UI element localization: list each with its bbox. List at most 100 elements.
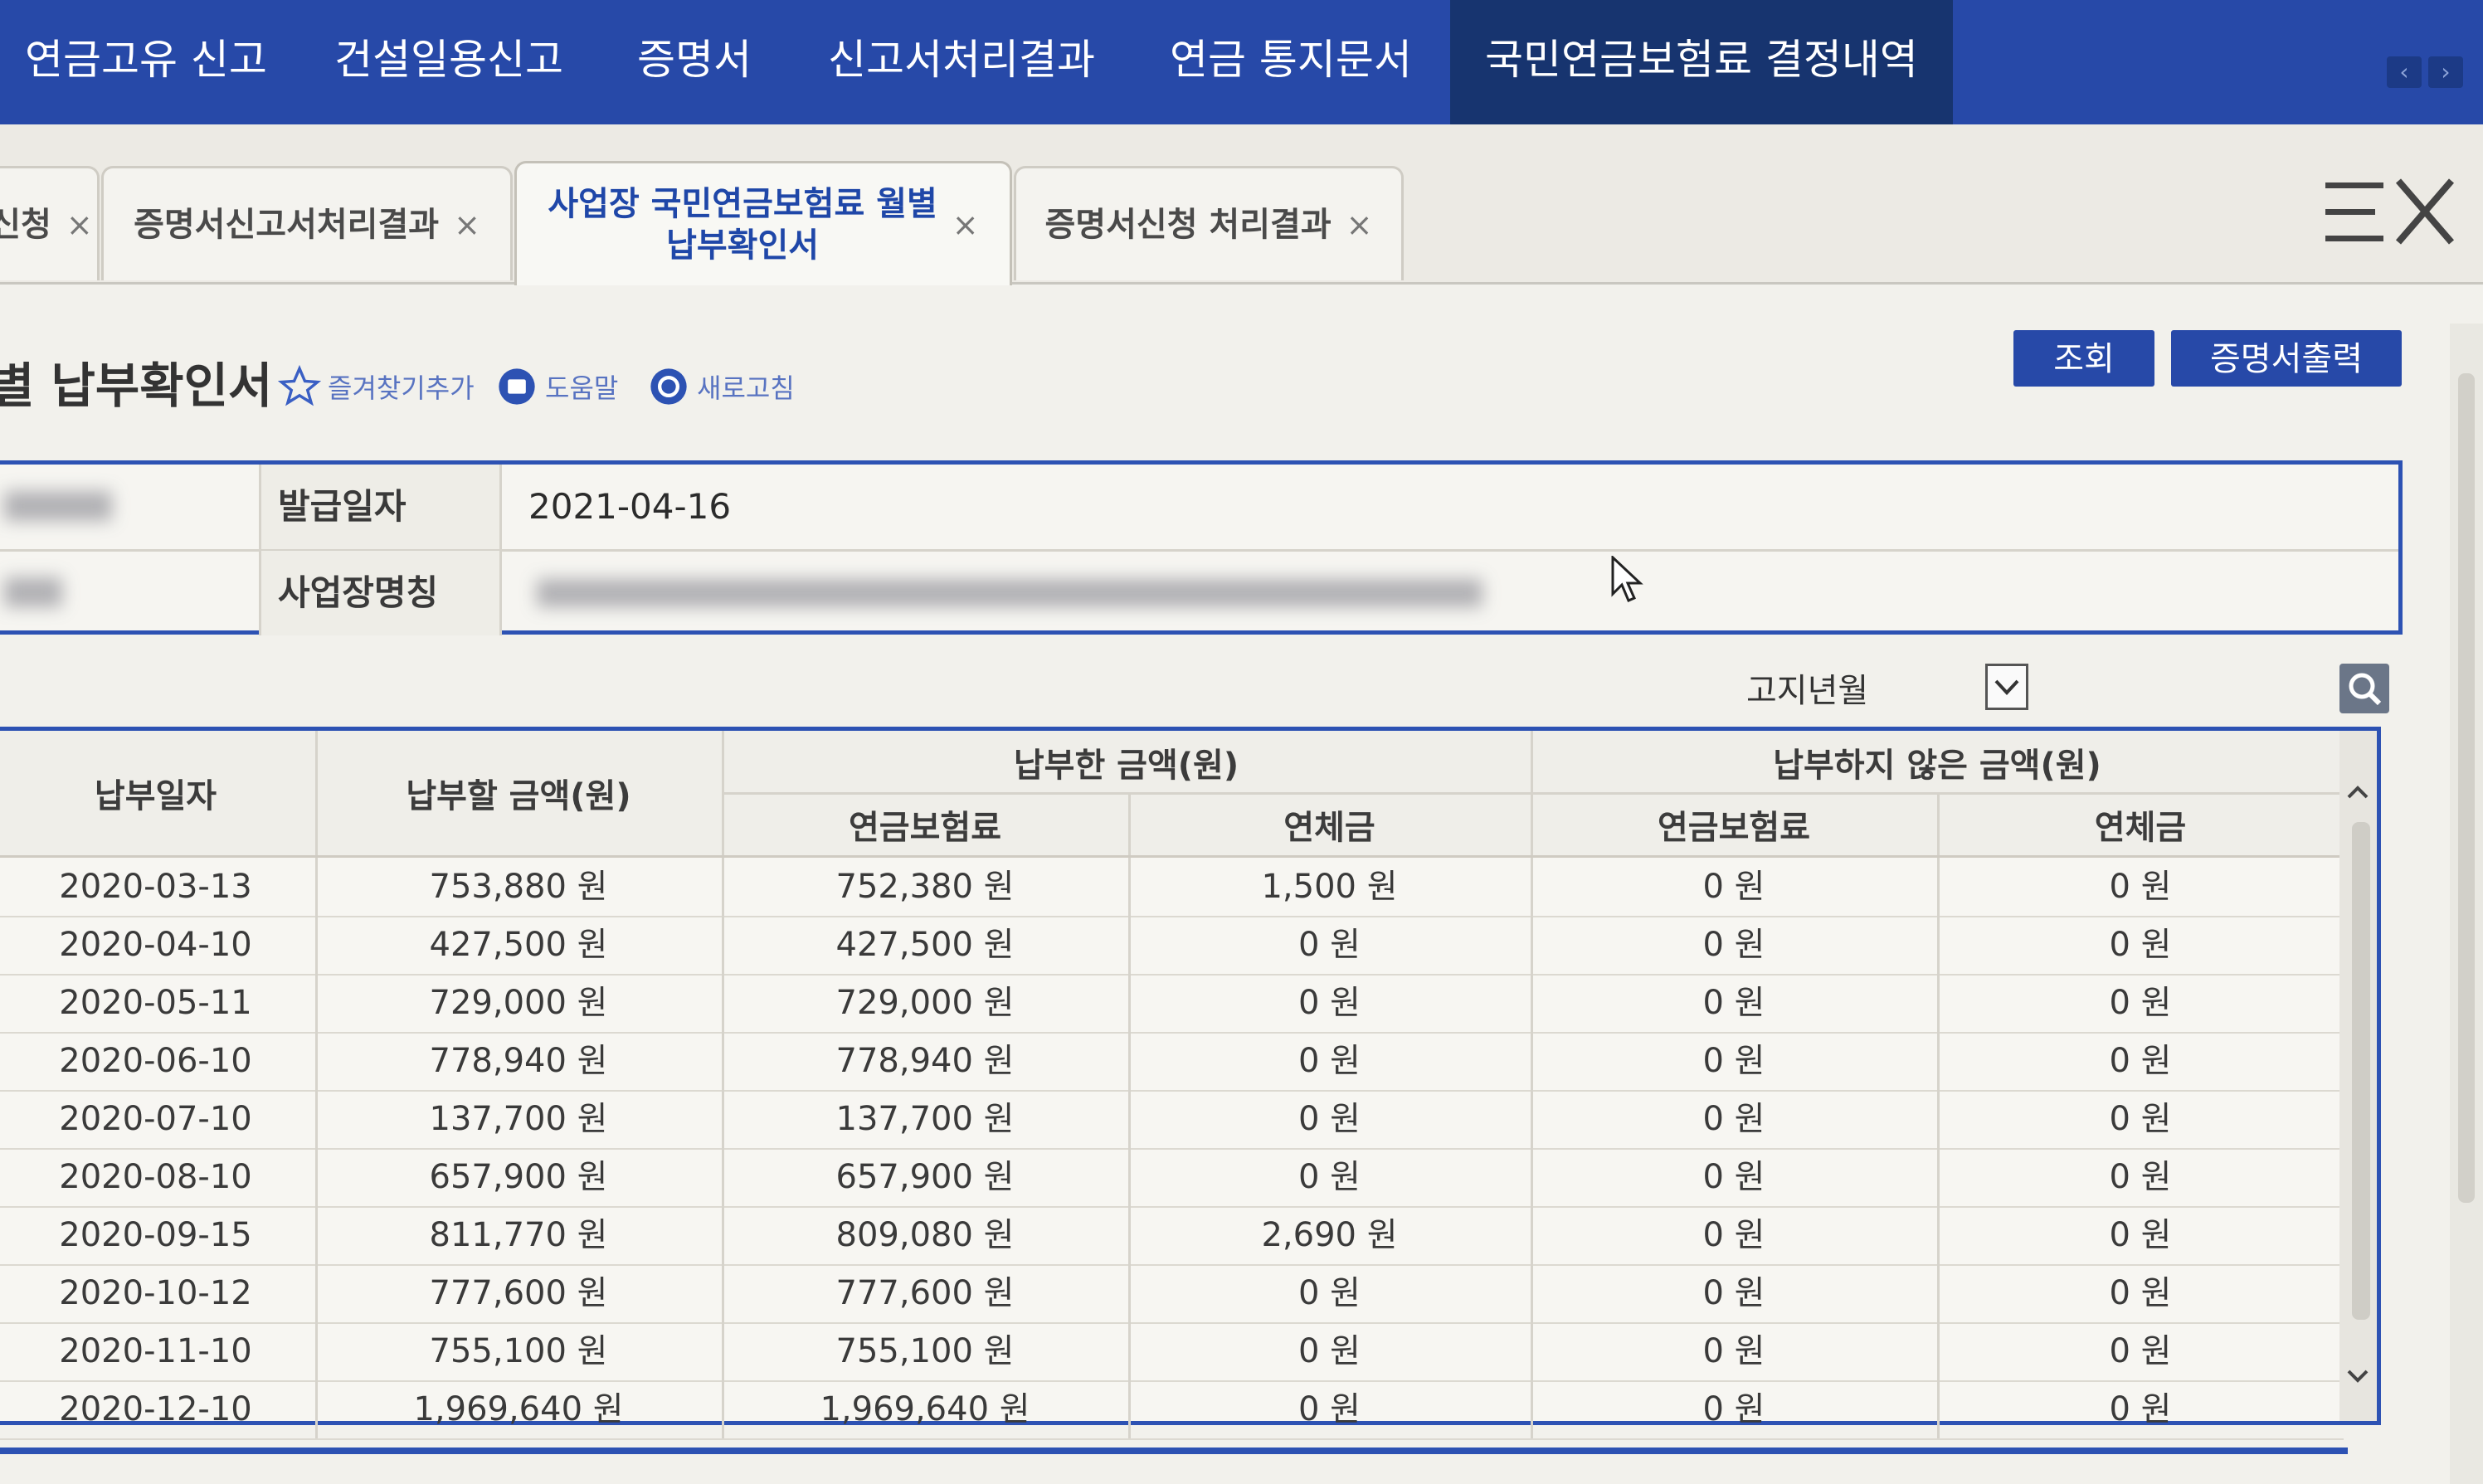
tab-label-line2: 납부확인서: [666, 226, 820, 265]
cell-payment-date: 2020-04-10: [59, 926, 252, 964]
header-paid-pension: 연금보험료: [849, 808, 1001, 847]
chevron-right-icon[interactable]: ›: [2428, 56, 2463, 88]
header-unpaid-late-fee: 연체금: [2094, 808, 2187, 847]
cell-unpaid-late-fee: 0 원: [2109, 1274, 2172, 1312]
cell-amount-due: 137,700 원: [429, 1100, 608, 1138]
table-scrollbar[interactable]: [2339, 731, 2377, 1421]
refresh-label: 새로고침: [697, 372, 795, 404]
table-row[interactable]: 2020-03-13 753,880 원 752,380 원 1,500 원 0 원 0 …: [0, 858, 2344, 917]
print-certificate-button[interactable]: 증명서출력: [2171, 330, 2402, 387]
tab-label: 신청: [0, 205, 51, 244]
cell-unpaid-pension: 0 원: [1702, 1158, 1765, 1196]
mouse-cursor-icon: [1611, 556, 1643, 602]
business-name-value: [504, 551, 2403, 635]
cell-unpaid-late-fee: 0 원: [2109, 1158, 2172, 1196]
tab-label: 증명서신고서처리결과: [134, 205, 440, 244]
cell-paid-pension: 657,900 원: [835, 1158, 1015, 1196]
favorite-label: 즐겨찾기추가: [328, 372, 475, 404]
cell-unpaid-pension: 0 원: [1702, 1332, 1765, 1370]
cell-amount-due: 1,969,640 원: [413, 1390, 624, 1428]
cell-payment-date: 2020-10-12: [59, 1274, 252, 1312]
cell-paid-late-fee: 0 원: [1298, 926, 1361, 964]
table-header: 납부일자 납부할 금액(원) 납부한 금액(원) 납부하지 않은 금액(원) 연…: [0, 731, 2344, 858]
cell-paid-pension: 755,100 원: [835, 1332, 1015, 1370]
cell-paid-pension: 137,700 원: [835, 1100, 1015, 1138]
page-scrollbar[interactable]: [2450, 324, 2483, 1484]
nav-item-construction-report[interactable]: 건설일용신고: [334, 0, 563, 124]
header-paid-late-fee: 연체금: [1283, 808, 1375, 847]
billing-month-select[interactable]: [1985, 664, 2028, 710]
tab-application[interactable]: 신청 ×: [0, 166, 100, 280]
issue-date-label: 발급일자: [261, 465, 502, 549]
close-icon[interactable]: ×: [952, 207, 979, 243]
tab-certificate-report-result[interactable]: 증명서신고서처리결과 ×: [101, 166, 513, 280]
chevron-left-icon[interactable]: ‹: [2387, 56, 2422, 88]
cell-unpaid-pension: 0 원: [1702, 1042, 1765, 1080]
header-paid-amount-group: 납부한 금액(원): [1013, 746, 1239, 785]
cell-paid-late-fee: 0 원: [1298, 1332, 1361, 1370]
table-row[interactable]: 2020-07-10 137,700 원 137,700 원 0 원 0 원 0 원: [0, 1090, 2344, 1150]
table-row[interactable]: 2020-05-11 729,000 원 729,000 원 0 원 0 원 0 원: [0, 974, 2344, 1034]
scrollbar-thumb[interactable]: [2352, 822, 2370, 1320]
nav-item-report-result[interactable]: 신고서처리결과: [828, 0, 1095, 124]
payment-table: 납부일자 납부할 금액(원) 납부한 금액(원) 납부하지 않은 금액(원) 연…: [0, 727, 2381, 1440]
nav-item-notice-documents[interactable]: 연금 통지문서: [1170, 0, 1412, 124]
cell-payment-date: 2020-09-15: [59, 1216, 252, 1254]
tab-monthly-payment-certificate[interactable]: 사업장 국민연금보험료 월별 납부확인서 ×: [514, 161, 1012, 285]
cell-unpaid-pension: 0 원: [1702, 1100, 1765, 1138]
table-row[interactable]: 2020-09-15 811,770 원 809,080 원 2,690 원 0 원 0 …: [0, 1206, 2344, 1266]
nav-item-pension-report[interactable]: 연금고유 신고: [25, 0, 267, 124]
bottom-divider: [0, 1448, 2348, 1454]
cell-paid-late-fee: 1,500 원: [1261, 868, 1398, 906]
nav-item-certificate[interactable]: 증명서: [637, 0, 752, 124]
cell-paid-pension: 777,600 원: [835, 1274, 1015, 1312]
cell-paid-pension: 778,940 원: [835, 1042, 1015, 1080]
cell-unpaid-pension: 0 원: [1702, 926, 1765, 964]
tab-menu-close-all-icon[interactable]: [2325, 176, 2458, 251]
tab-label-line1: 사업장 국민연금보험료 월별: [548, 184, 937, 223]
chevron-down-icon: [1994, 679, 2019, 695]
help-link[interactable]: 도움말: [495, 365, 618, 408]
cell-payment-date: 2020-07-10: [59, 1100, 252, 1138]
info-row-business-name: 사업장명칭: [0, 551, 2398, 635]
chevron-down-icon[interactable]: [2344, 1361, 2372, 1389]
cell-amount-due: 427,500 원: [429, 926, 608, 964]
chevron-up-icon[interactable]: [2344, 779, 2372, 807]
cell-paid-late-fee: 0 원: [1298, 1042, 1361, 1080]
table-row[interactable]: 2020-04-10 427,500 원 427,500 원 0 원 0 원 0 원: [0, 916, 2344, 976]
search-button[interactable]: 조회: [2013, 330, 2154, 387]
close-icon[interactable]: ×: [66, 207, 93, 243]
header-amount-due: 납부할 금액(원): [406, 777, 631, 815]
cell-paid-late-fee: 0 원: [1298, 1100, 1361, 1138]
cell-payment-date: 2020-11-10: [59, 1332, 252, 1370]
table-row[interactable]: 2020-12-10 1,969,640 원 1,969,640 원 0 원 0 원 0 …: [0, 1380, 2344, 1440]
page-scrollbar-thumb[interactable]: [2458, 373, 2475, 1203]
table-row[interactable]: 2020-06-10 778,940 원 778,940 원 0 원 0 원 0 원: [0, 1032, 2344, 1092]
close-icon[interactable]: ×: [454, 207, 480, 243]
cell-amount-due: 729,000 원: [429, 984, 608, 1022]
table-search-button[interactable]: [2339, 664, 2389, 713]
close-icon[interactable]: ×: [1346, 207, 1373, 243]
tab-certificate-application-result[interactable]: 증명서신청 처리결과 ×: [1014, 166, 1404, 280]
tab-label: 증명서신청 처리결과: [1044, 205, 1332, 244]
cell-unpaid-pension: 0 원: [1702, 868, 1765, 906]
table-row[interactable]: 2020-11-10 755,100 원 755,100 원 0 원 0 원 0 원: [0, 1322, 2344, 1382]
header-unpaid-amount-group: 납부하지 않은 금액(원): [1773, 746, 2101, 785]
cell-payment-date: 2020-08-10: [59, 1158, 252, 1196]
cell-paid-pension: 1,969,640 원: [820, 1390, 1030, 1428]
nav-scroll-arrows: ‹ ›: [2380, 56, 2463, 88]
cell-unpaid-pension: 0 원: [1702, 1216, 1765, 1254]
cell-paid-late-fee: 0 원: [1298, 1274, 1361, 1312]
cell-amount-due: 753,880 원: [429, 868, 608, 906]
cell-paid-late-fee: 0 원: [1298, 984, 1361, 1022]
cell-paid-late-fee: 2,690 원: [1261, 1216, 1398, 1254]
cell-amount-due: 777,600 원: [429, 1274, 608, 1312]
favorite-link[interactable]: 즐겨찾기추가: [278, 365, 475, 408]
nav-item-premium-decision[interactable]: 국민연금보험료 결정내역: [1450, 0, 1953, 124]
table-row[interactable]: 2020-08-10 657,900 원 657,900 원 0 원 0 원 0 원: [0, 1148, 2344, 1208]
cell-payment-date: 2020-03-13: [59, 868, 252, 906]
help-label: 도움말: [545, 372, 619, 404]
top-navigation: 연금고유 신고 건설일용신고 증명서 신고서처리결과 연금 통지문서 국민연금보…: [0, 0, 2483, 124]
table-row[interactable]: 2020-10-12 777,600 원 777,600 원 0 원 0 원 0 원: [0, 1264, 2344, 1324]
refresh-link[interactable]: 새로고침: [647, 365, 795, 408]
